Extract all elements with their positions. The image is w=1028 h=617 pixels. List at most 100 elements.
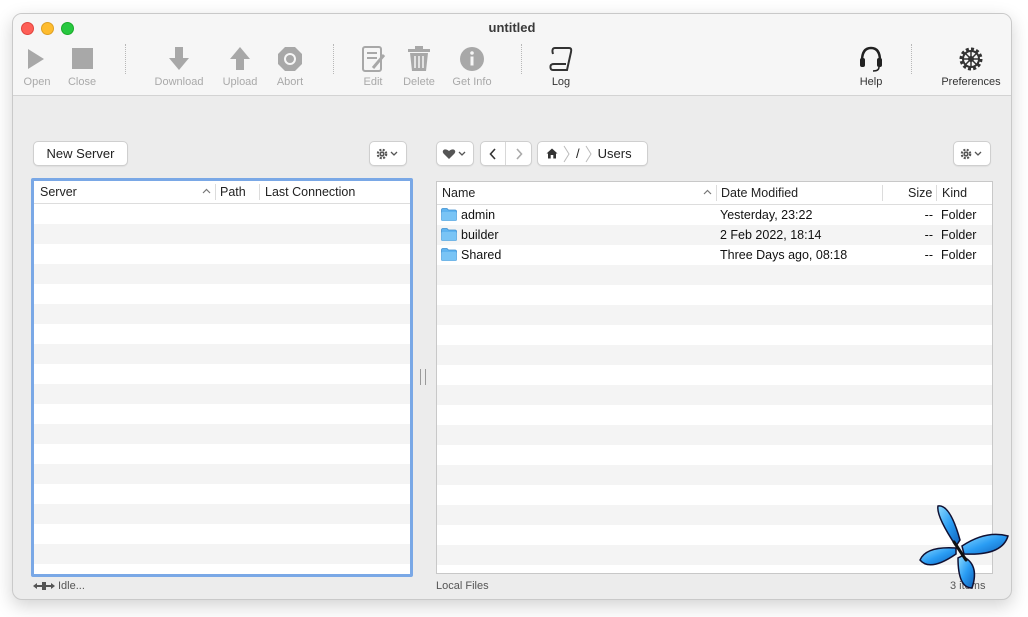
file-table-header: Name Date Modified Size Kind <box>437 182 992 205</box>
window-title: untitled <box>488 20 536 35</box>
titlebar-toolbar: untitled Open Close Download Upload Abor… <box>13 14 1011 96</box>
delete-button[interactable]: Delete <box>389 44 449 92</box>
table-row <box>34 424 410 444</box>
table-row <box>437 425 992 445</box>
path-separator-icon <box>585 145 592 162</box>
back-button[interactable] <box>481 142 507 165</box>
toolbar-separator <box>911 44 912 74</box>
table-row <box>437 405 992 425</box>
gear-chevron-icon <box>960 148 982 159</box>
column-header-size[interactable]: Size <box>908 186 932 200</box>
new-server-label: New Server <box>46 146 115 161</box>
path-segment-users[interactable]: Users <box>598 146 632 161</box>
column-header-name[interactable]: Name <box>442 186 475 200</box>
gear-chevron-icon <box>376 148 398 159</box>
folder-icon <box>441 228 457 244</box>
column-divider <box>259 184 260 200</box>
file-date-modified: 2 Feb 2022, 18:14 <box>720 228 822 242</box>
app-window: untitled Open Close Download Upload Abor… <box>12 13 1012 600</box>
file-name: builder <box>461 228 499 242</box>
column-divider <box>936 185 937 201</box>
column-divider <box>716 185 717 201</box>
table-row <box>34 264 410 284</box>
table-row <box>34 384 410 404</box>
file-actions-menu[interactable] <box>953 141 991 166</box>
server-actions-menu[interactable] <box>369 141 407 166</box>
toolbar-separator <box>333 44 334 74</box>
table-row <box>34 484 410 504</box>
new-server-button[interactable]: New Server <box>33 141 128 166</box>
close-button[interactable]: Close <box>52 44 112 92</box>
table-row <box>437 485 992 505</box>
download-arrow-icon <box>169 47 189 70</box>
table-row <box>34 244 410 264</box>
server-rows <box>34 204 410 574</box>
table-row <box>437 325 992 345</box>
file-table[interactable]: Name Date Modified Size Kind admin Yester… <box>436 181 993 574</box>
table-row <box>437 505 992 525</box>
column-divider <box>882 185 883 201</box>
table-row <box>34 304 410 324</box>
table-row <box>34 564 410 574</box>
table-row <box>437 305 992 325</box>
file-row[interactable]: builder 2 Feb 2022, 18:14 -- Folder <box>437 225 992 245</box>
sort-ascending-icon <box>202 188 211 194</box>
chevron-right-icon <box>515 147 523 160</box>
split-view-divider-handle[interactable] <box>420 369 426 385</box>
table-row <box>34 204 410 224</box>
sort-ascending-icon <box>703 189 712 195</box>
download-button[interactable]: Download <box>149 44 209 92</box>
file-row[interactable]: admin Yesterday, 23:22 -- Folder <box>437 205 992 225</box>
preferences-button[interactable]: Preferences <box>931 44 1011 92</box>
log-button[interactable]: Log <box>531 44 591 92</box>
path-segment-root[interactable]: / <box>576 146 580 161</box>
table-row <box>34 364 410 384</box>
favorites-menu[interactable] <box>436 141 474 166</box>
file-date-modified: Three Days ago, 08:18 <box>720 248 848 262</box>
folder-icon <box>441 248 457 264</box>
help-label: Help <box>859 76 883 88</box>
column-header-path[interactable]: Path <box>220 185 246 199</box>
table-row <box>34 344 410 364</box>
help-button[interactable]: Help <box>841 44 901 92</box>
file-date-modified: Yesterday, 23:22 <box>720 208 813 222</box>
abort-button[interactable]: Abort <box>260 44 320 92</box>
headset-icon <box>860 46 882 72</box>
table-row <box>437 265 992 285</box>
server-table[interactable]: Server Path Last Connection <box>31 178 413 577</box>
log-label: Log <box>551 76 571 88</box>
toolbar-separator <box>125 44 126 74</box>
column-header-kind[interactable]: Kind <box>942 186 967 200</box>
table-row <box>34 324 410 344</box>
table-row <box>437 445 992 465</box>
file-rows: admin Yesterday, 23:22 -- Folder builder 2 Fe… <box>437 205 992 573</box>
download-label: Download <box>154 76 204 88</box>
scroll-icon <box>549 47 573 71</box>
server-table-header: Server Path Last Connection <box>34 181 410 204</box>
column-header-date-modified[interactable]: Date Modified <box>721 186 798 200</box>
file-kind: Folder <box>941 228 977 242</box>
server-status-text: Idle... <box>58 580 85 592</box>
path-bar[interactable]: / Users <box>537 141 648 166</box>
table-row <box>34 444 410 464</box>
table-row <box>34 284 410 304</box>
forward-button[interactable] <box>506 142 531 165</box>
heart-chevron-icon <box>442 148 466 159</box>
table-row <box>34 504 410 524</box>
table-row <box>34 524 410 544</box>
chevron-left-icon <box>489 147 496 160</box>
file-row[interactable]: Shared Three Days ago, 08:18 -- Folder <box>437 245 992 265</box>
path-separator-icon <box>563 145 570 162</box>
butterfly-logo-icon <box>919 505 1009 589</box>
table-row <box>437 285 992 305</box>
get-info-button[interactable]: Get Info <box>442 44 502 92</box>
table-row <box>34 224 410 244</box>
get-info-label: Get Info <box>452 76 492 88</box>
navigation-buttons <box>480 141 532 166</box>
gear-icon <box>959 47 983 71</box>
column-header-server[interactable]: Server <box>40 185 77 199</box>
local-files-label: Local Files <box>436 580 489 592</box>
table-row <box>437 525 992 545</box>
toolbar-separator <box>521 44 522 74</box>
column-header-last-connection[interactable]: Last Connection <box>265 185 355 199</box>
